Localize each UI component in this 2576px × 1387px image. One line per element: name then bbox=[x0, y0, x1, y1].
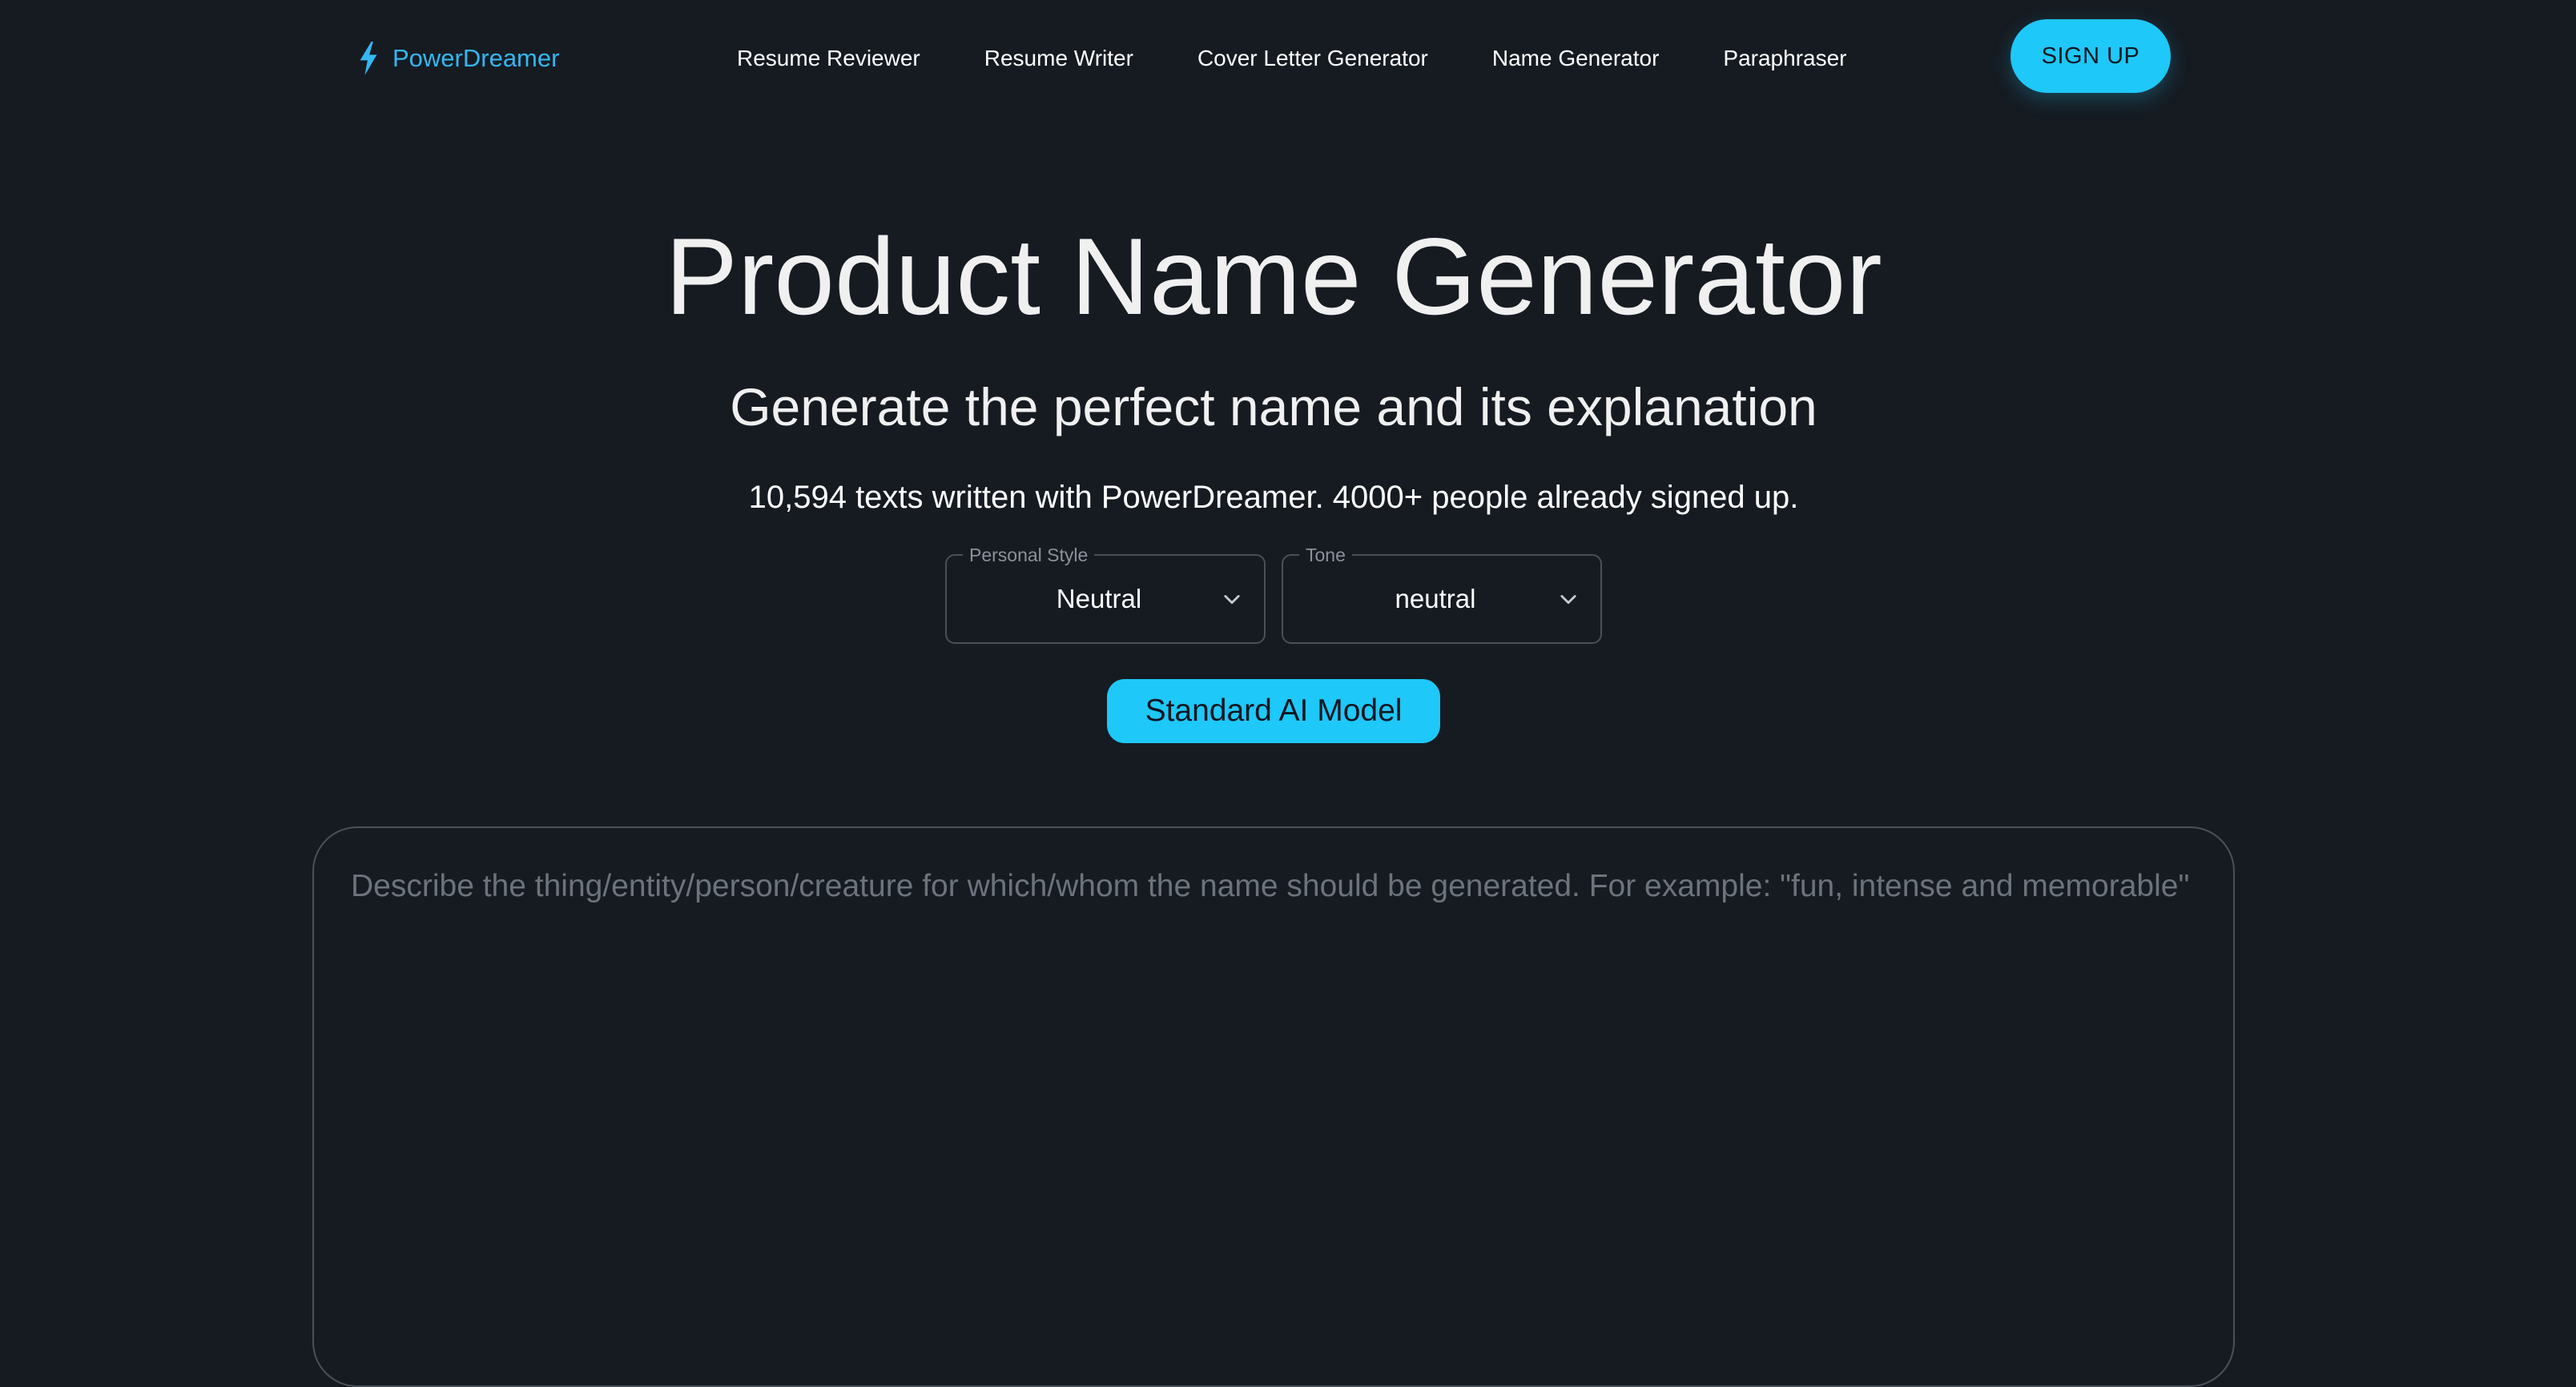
brand-logo-link[interactable]: PowerDreamer bbox=[357, 40, 559, 77]
chevron-down-icon bbox=[1224, 595, 1240, 605]
nav-link-cover-letter-generator[interactable]: Cover Letter Generator bbox=[1197, 40, 1428, 77]
description-input-container bbox=[312, 826, 2235, 1387]
usage-stats-text: 10,594 texts written with PowerDreamer. … bbox=[748, 480, 1799, 515]
personal-style-select[interactable]: Personal Style Neutral bbox=[945, 544, 1266, 644]
personal-style-value: Neutral bbox=[1056, 584, 1142, 613]
nav-link-resume-reviewer[interactable]: Resume Reviewer bbox=[737, 40, 920, 77]
nav-link-name-generator[interactable]: Name Generator bbox=[1492, 40, 1660, 77]
tone-select[interactable]: Tone neutral bbox=[1282, 544, 1602, 644]
tone-value: neutral bbox=[1395, 584, 1476, 613]
page-title: Product Name Generator bbox=[665, 215, 1882, 337]
sign-up-button[interactable]: SIGN UP bbox=[2010, 19, 2171, 93]
main-nav: Resume Reviewer Resume Writer Cover Lett… bbox=[737, 40, 1847, 77]
description-input[interactable] bbox=[351, 868, 2193, 1317]
chevron-down-icon bbox=[1560, 595, 1576, 605]
brand-name: PowerDreamer bbox=[392, 44, 560, 72]
lightning-bolt-icon bbox=[357, 42, 380, 75]
page-subtitle: Generate the perfect name and its explan… bbox=[730, 377, 1817, 436]
top-navigation-bar: PowerDreamer Resume Reviewer Resume Writ… bbox=[0, 0, 2576, 117]
ai-model-button[interactable]: Standard AI Model bbox=[1107, 679, 1440, 743]
nav-link-resume-writer[interactable]: Resume Writer bbox=[984, 40, 1133, 77]
nav-link-paraphraser[interactable]: Paraphraser bbox=[1723, 40, 1846, 77]
